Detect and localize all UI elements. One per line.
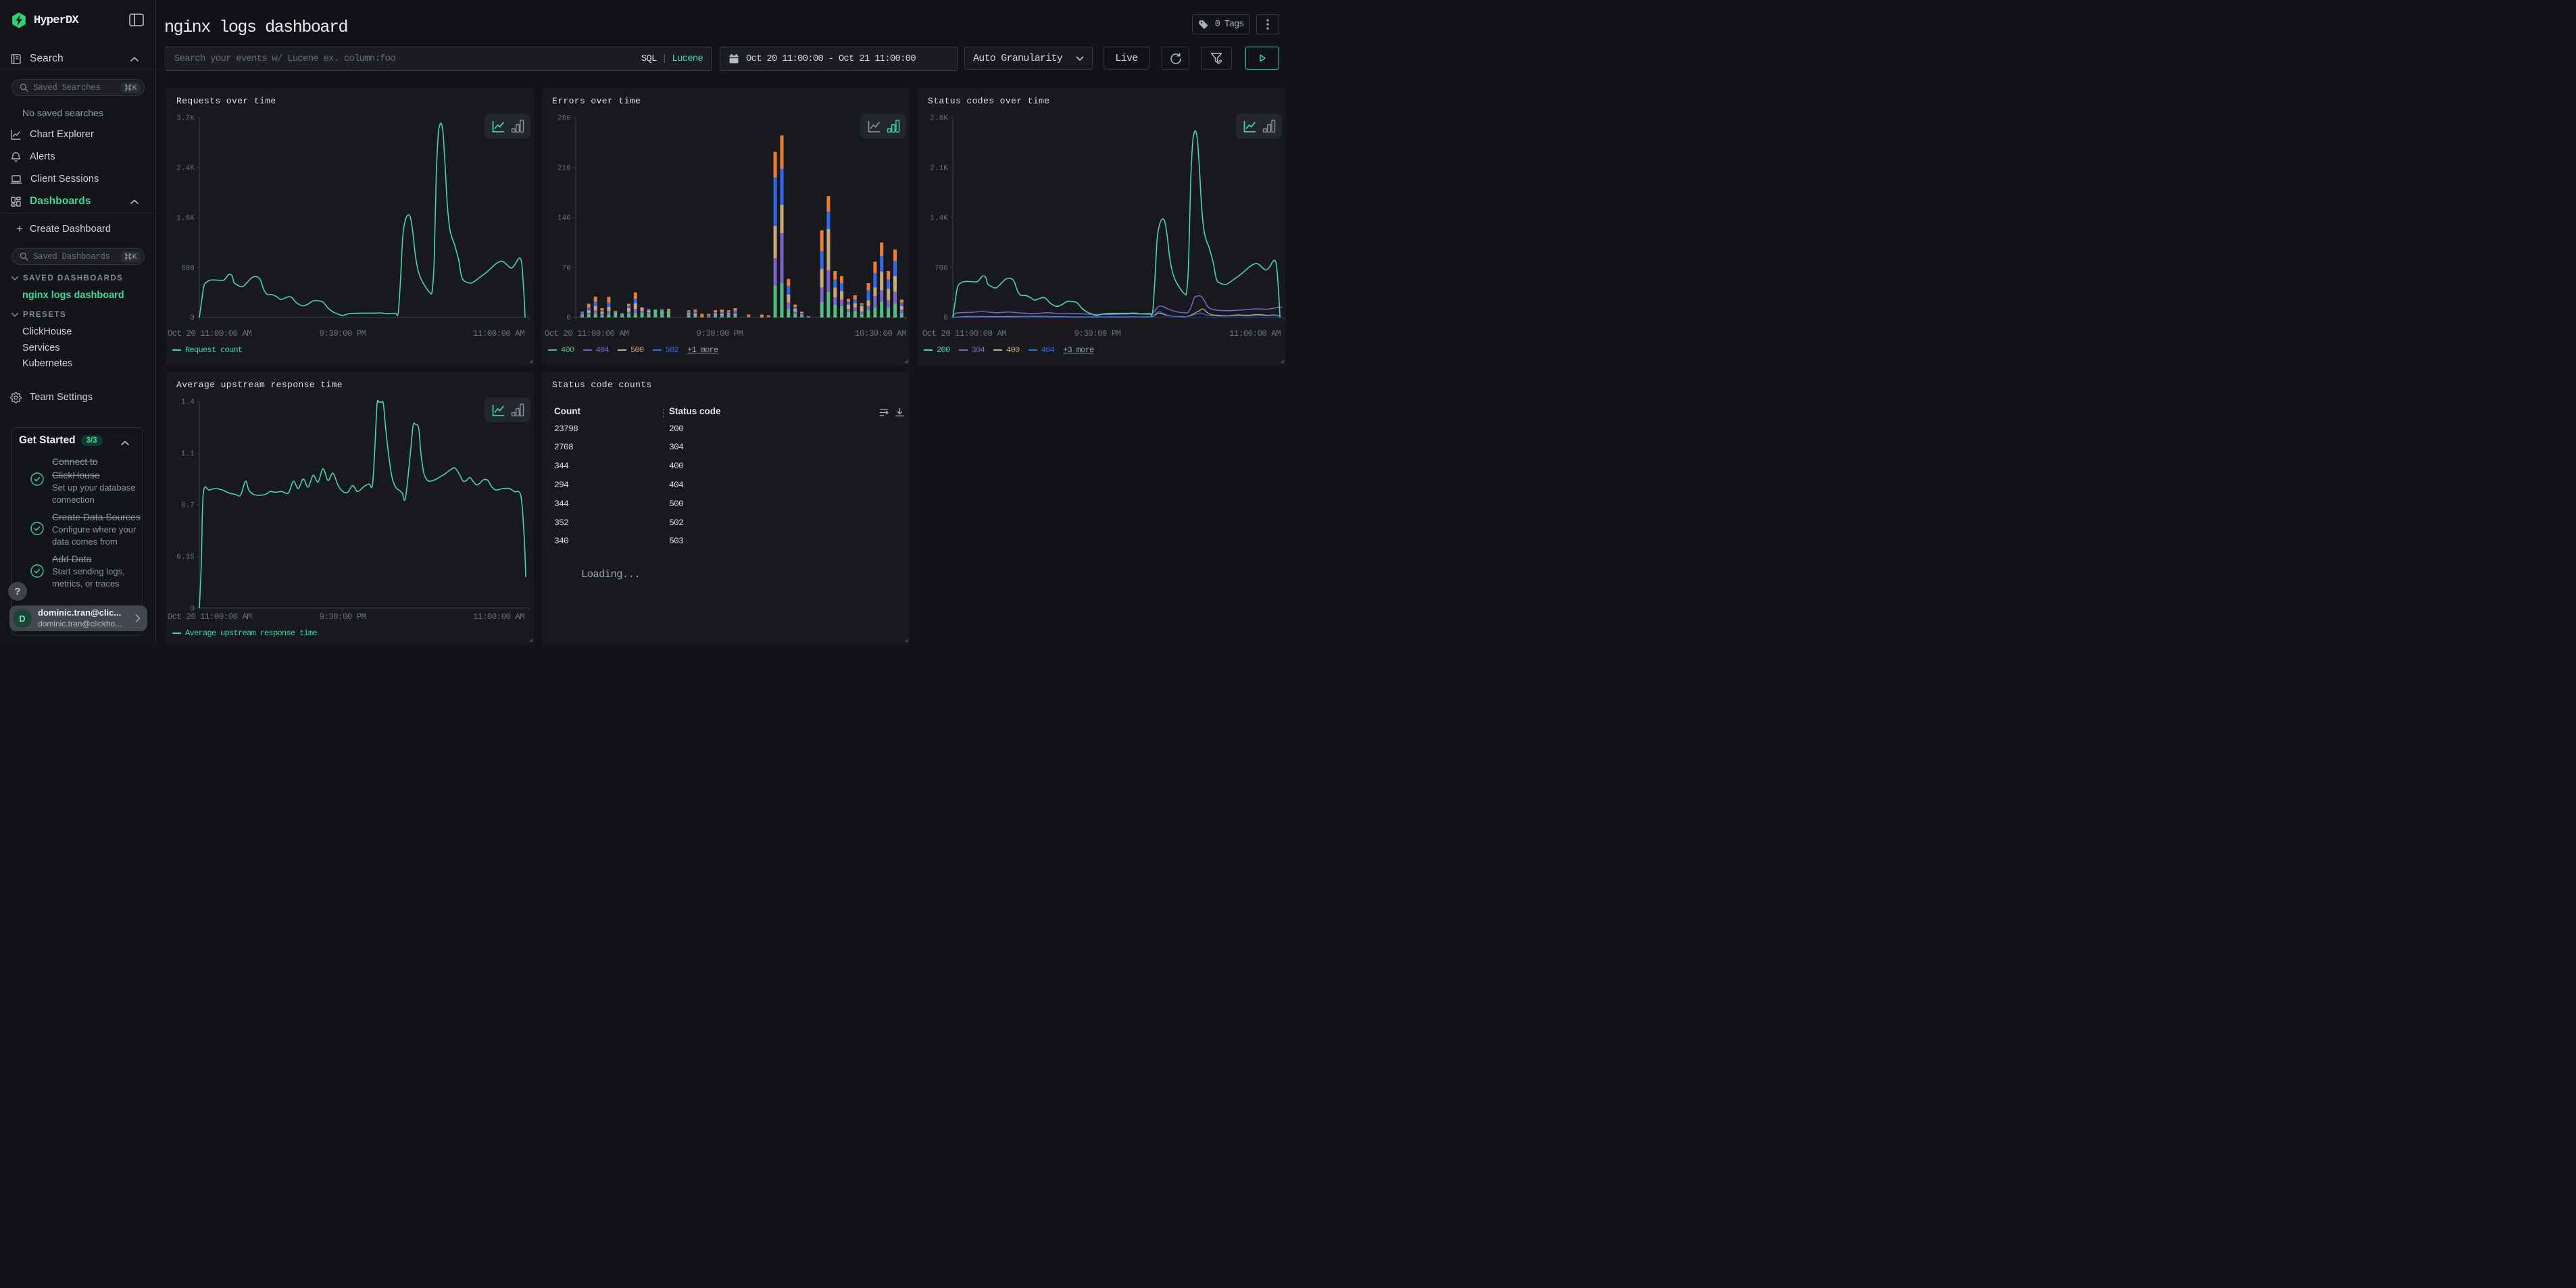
- svg-text:280: 280: [558, 115, 571, 123]
- svg-text:1.1: 1.1: [181, 450, 195, 458]
- svg-text:1.4K: 1.4K: [930, 214, 948, 222]
- svg-text:Oct 20 11:00:00 AM: Oct 20 11:00:00 AM: [545, 329, 628, 339]
- svg-text:0: 0: [190, 314, 195, 322]
- svg-text:0: 0: [566, 314, 571, 322]
- svg-text:700: 700: [935, 264, 948, 272]
- svg-text:9:30:00 PM: 9:30:00 PM: [319, 612, 366, 622]
- svg-text:Oct 20 11:00:00 AM: Oct 20 11:00:00 AM: [922, 329, 1006, 339]
- svg-text:0.7: 0.7: [181, 502, 195, 510]
- svg-text:70: 70: [562, 264, 571, 272]
- svg-text:2.8K: 2.8K: [930, 115, 948, 123]
- svg-text:11:00:00 AM: 11:00:00 AM: [473, 612, 524, 622]
- svg-text:Oct 20 11:00:00 AM: Oct 20 11:00:00 AM: [168, 329, 251, 339]
- svg-text:0: 0: [943, 314, 948, 322]
- svg-text:10:30:00 AM: 10:30:00 AM: [855, 329, 906, 339]
- svg-text:11:00:00 AM: 11:00:00 AM: [473, 329, 524, 339]
- svg-text:9:30:00 PM: 9:30:00 PM: [319, 329, 366, 339]
- svg-text:Oct 20 11:00:00 AM: Oct 20 11:00:00 AM: [168, 612, 251, 622]
- svg-text:11:00:00 AM: 11:00:00 AM: [1229, 329, 1281, 339]
- svg-text:0.35: 0.35: [176, 553, 195, 562]
- svg-text:1.6K: 1.6K: [176, 214, 195, 222]
- svg-text:3.2K: 3.2K: [176, 115, 195, 123]
- svg-text:9:30:00 PM: 9:30:00 PM: [1074, 329, 1120, 339]
- svg-text:140: 140: [558, 214, 571, 222]
- svg-text:9:30:00 PM: 9:30:00 PM: [696, 329, 743, 339]
- svg-text:2.4K: 2.4K: [176, 164, 195, 172]
- svg-text:2.1K: 2.1K: [930, 164, 948, 172]
- svg-text:1.4: 1.4: [181, 399, 195, 407]
- svg-text:800: 800: [181, 264, 195, 272]
- svg-text:210: 210: [558, 164, 571, 172]
